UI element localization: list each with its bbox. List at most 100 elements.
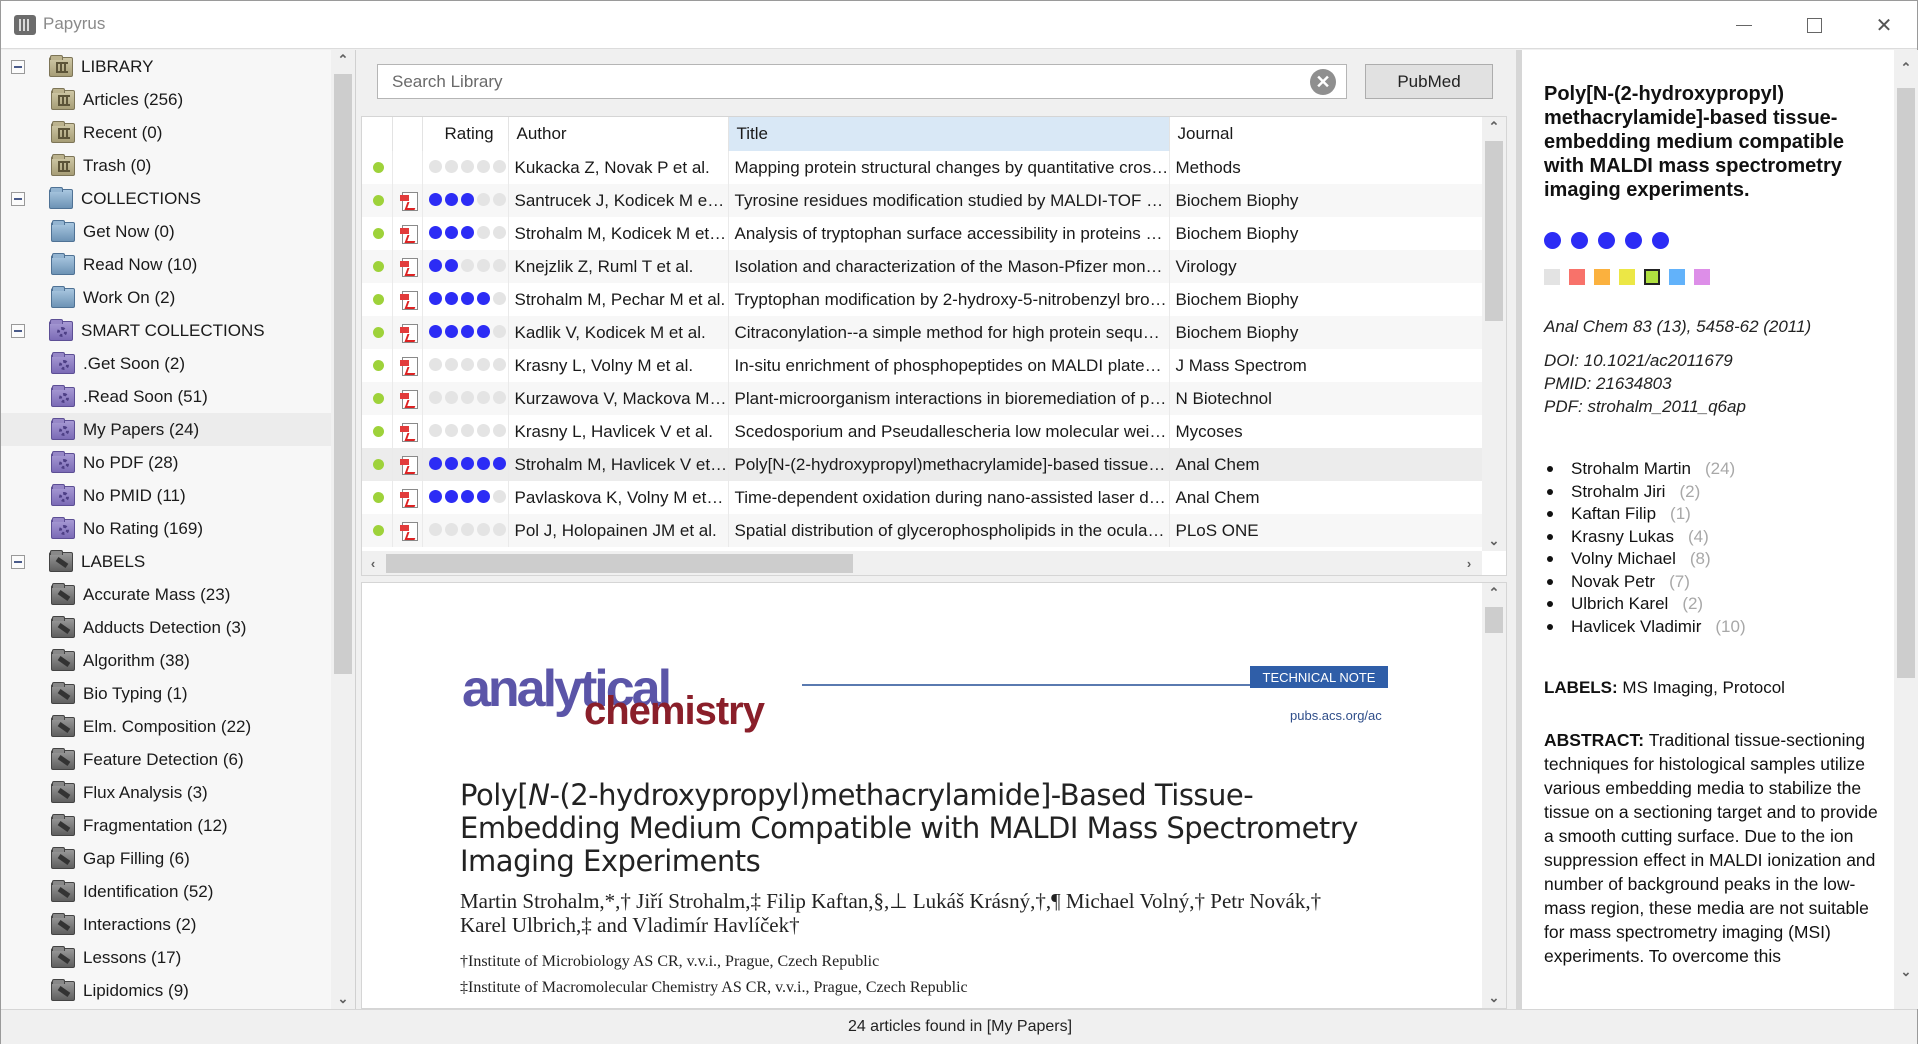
sidebar-scrollbar[interactable]: ⌃ ⌄ [331,50,355,1009]
rating-dot[interactable] [428,291,442,305]
pdf-icon[interactable] [399,356,418,376]
rating-dot[interactable] [444,390,458,404]
table-row[interactable]: Krasny L, Volny M et al. In-situ enrichme… [362,349,1483,382]
rating-dot[interactable] [476,357,490,371]
rating-dot[interactable] [444,456,458,470]
rating-stars[interactable] [428,324,506,338]
author-list-item[interactable]: Strohalm Jiri (2) [1544,481,1889,504]
sidebar-item[interactable]: Lipidomics (9) [1,974,331,1007]
sidebar-item[interactable]: Interactions (2) [1,908,331,941]
table-hscroll-thumb[interactable] [386,554,853,573]
author-list-item[interactable]: Volny Michael (8) [1544,548,1889,571]
sidebar-item[interactable]: Algorithm (38) [1,644,331,677]
sidebar-item[interactable]: Identification (52) [1,875,331,908]
search-input[interactable] [378,65,1298,98]
rating-dot[interactable] [428,522,442,536]
pdf-icon[interactable] [399,191,418,211]
rating-dot[interactable] [444,522,458,536]
color-swatch-orange[interactable] [1594,269,1610,285]
rating-dot[interactable] [444,489,458,503]
rating-dot[interactable] [492,456,506,470]
column-author[interactable]: Author [508,117,729,151]
sidebar-item[interactable]: No PDF (28) [1,446,331,479]
rating-dot[interactable] [1652,232,1669,249]
author-list-item[interactable]: Ulbrich Karel (2) [1544,593,1889,616]
sidebar-item[interactable]: My Papers (24) [1,413,331,446]
rating-dot[interactable] [428,192,442,206]
table-row[interactable]: Strohalm M, Pechar M et al. Tryptophan mo… [362,283,1483,316]
pdf-cell[interactable] [392,283,423,316]
rating-dot[interactable] [476,456,490,470]
rating-dot[interactable] [476,192,490,206]
scroll-right-icon[interactable]: › [1458,553,1480,573]
sidebar-item[interactable]: Lessons (17) [1,941,331,974]
rating-dot[interactable] [476,390,490,404]
author-list-item[interactable]: Havlicek Vladimir (10) [1544,616,1889,639]
author-list-item[interactable]: Kaftan Filip (1) [1544,503,1889,526]
details-pmid[interactable]: PMID: 21634803 [1544,372,1889,395]
rating-dot[interactable] [428,390,442,404]
rating-stars[interactable] [428,489,506,503]
sidebar-item[interactable]: Adducts Detection (3) [1,611,331,644]
rating-dot[interactable] [492,192,506,206]
pdf-icon[interactable] [399,257,418,277]
sidebar-item[interactable]: Elm. Composition (22) [1,710,331,743]
rating-dot[interactable] [444,291,458,305]
table-scroll-thumb[interactable] [1485,141,1503,321]
rating-dot[interactable] [492,258,506,272]
pdf-cell[interactable] [392,382,423,415]
rating-dot[interactable] [460,423,474,437]
author-list-item[interactable]: Strohalm Martin (24) [1544,458,1889,481]
sidebar-item[interactable]: Bio Typing (1) [1,677,331,710]
sidebar-group-lib[interactable]: LIBRARY [1,50,331,83]
rating-dot[interactable] [444,423,458,437]
rating-dot[interactable] [492,489,506,503]
scroll-up-icon[interactable]: ⌃ [1482,117,1506,137]
rating-dot[interactable] [492,390,506,404]
rating-stars[interactable] [428,159,506,173]
sidebar-item[interactable]: .Get Soon (2) [1,347,331,380]
rating-dot[interactable] [460,291,474,305]
rating-dot[interactable] [460,258,474,272]
table-row[interactable]: Kukacka Z, Novak P et al. Mapping protein… [362,151,1483,184]
collapse-icon[interactable] [11,59,25,74]
scroll-up-icon[interactable]: ⌃ [1894,58,1918,78]
rating-dot[interactable] [492,324,506,338]
color-swatch-red[interactable] [1569,269,1585,285]
rating-dot[interactable] [428,489,442,503]
table-row[interactable]: Pol J, Holopainen JM et al. Spatial distr… [362,514,1483,547]
rating-dot[interactable] [476,423,490,437]
details-doi[interactable]: DOI: 10.1021/ac2011679 [1544,349,1889,372]
details-rating[interactable] [1544,232,1889,249]
details-scrollbar[interactable]: ⌃ ⌄ [1894,50,1918,1009]
author-name[interactable]: Kaftan Filip [1571,503,1656,526]
column-rating[interactable]: Rating [422,117,509,151]
rating-dot[interactable] [1598,232,1615,249]
scroll-up-icon[interactable]: ⌃ [1482,583,1506,603]
author-name[interactable]: Novak Petr [1571,571,1655,594]
rating-dot[interactable] [460,225,474,239]
sidebar-group-smart[interactable]: SMART COLLECTIONS [1,314,331,347]
pdf-cell[interactable] [392,481,423,514]
pubmed-button[interactable]: PubMed [1365,64,1493,99]
pdf-icon[interactable] [399,224,418,244]
pdf-cell[interactable] [392,184,423,217]
pdf-cell[interactable] [392,514,423,547]
column-pdf[interactable] [392,117,423,151]
pdf-icon[interactable] [399,521,418,541]
rating-dot[interactable] [444,225,458,239]
rating-stars[interactable] [428,522,506,536]
table-horizontal-scrollbar[interactable]: ‹ › [362,551,1482,575]
pdf-icon[interactable] [399,455,418,475]
rating-dot[interactable] [460,324,474,338]
rating-stars[interactable] [428,258,506,272]
table-row[interactable]: Kadlik V, Kodicek M et al. Citraconylatio… [362,316,1483,349]
scroll-down-icon[interactable]: ⌄ [1482,988,1506,1008]
rating-dot[interactable] [460,456,474,470]
rating-dot[interactable] [460,390,474,404]
collapse-icon[interactable] [11,323,25,338]
rating-dot[interactable] [444,159,458,173]
scroll-up-icon[interactable]: ⌃ [331,50,355,70]
maximize-button[interactable] [1779,1,1849,49]
color-swatch-yellow[interactable] [1619,269,1635,285]
